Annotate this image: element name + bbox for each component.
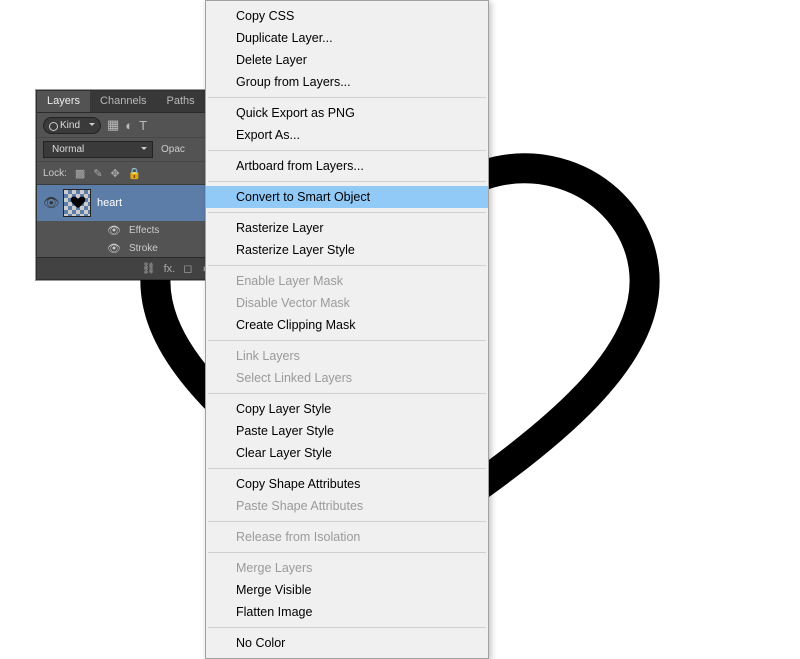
- mask-icon[interactable]: ◻: [183, 262, 192, 275]
- menu-item-select-linked-layers: Select Linked Layers: [206, 367, 488, 389]
- menu-item-duplicate-layer[interactable]: Duplicate Layer...: [206, 27, 488, 49]
- menu-item-enable-layer-mask: Enable Layer Mask: [206, 270, 488, 292]
- visibility-toggle[interactable]: 👁: [43, 195, 57, 211]
- layer-context-menu: Copy CSSDuplicate Layer...Delete LayerGr…: [205, 0, 489, 659]
- effects-label: Effects: [129, 225, 159, 236]
- menu-item-paste-shape-attributes: Paste Shape Attributes: [206, 495, 488, 517]
- menu-separator: [208, 97, 486, 98]
- blend-mode-select[interactable]: Normal: [43, 141, 153, 158]
- lock-move-icon[interactable]: ✥: [111, 167, 120, 180]
- opacity-label: Opac: [161, 144, 185, 155]
- layer-stroke-row[interactable]: 👁 Stroke: [37, 239, 213, 257]
- filter-type-icon[interactable]: T: [139, 118, 147, 133]
- blend-row: Normal Opac: [37, 137, 213, 161]
- tab-layers[interactable]: Layers: [37, 91, 90, 112]
- menu-item-artboard-from-layers[interactable]: Artboard from Layers...: [206, 155, 488, 177]
- filter-pixel-icon[interactable]: ▦: [107, 117, 119, 133]
- layer-list: 👁 heart 👁 Effects 👁 Stroke: [37, 185, 213, 257]
- effects-visibility-icon[interactable]: 👁: [107, 224, 121, 237]
- menu-item-delete-layer[interactable]: Delete Layer: [206, 49, 488, 71]
- menu-item-group-from-layers[interactable]: Group from Layers...: [206, 71, 488, 93]
- menu-separator: [208, 521, 486, 522]
- menu-item-no-color[interactable]: No Color: [206, 632, 488, 654]
- stroke-label: Stroke: [129, 243, 158, 254]
- menu-item-merge-visible[interactable]: Merge Visible: [206, 579, 488, 601]
- menu-separator: [208, 393, 486, 394]
- panel-footer: ⛓ fx. ◻ ◑: [37, 257, 213, 279]
- menu-item-paste-layer-style[interactable]: Paste Layer Style: [206, 420, 488, 442]
- layer-effects-row[interactable]: 👁 Effects: [37, 221, 213, 239]
- menu-item-copy-css[interactable]: Copy CSS: [206, 5, 488, 27]
- layers-panel: Layers Channels Paths His Kind ▦ ◐ T Nor…: [36, 90, 214, 280]
- lock-brush-icon[interactable]: ✎: [93, 167, 102, 180]
- fx-icon[interactable]: fx.: [164, 263, 176, 275]
- kind-filter-select[interactable]: Kind: [43, 117, 101, 134]
- menu-separator: [208, 552, 486, 553]
- menu-item-create-clipping-mask[interactable]: Create Clipping Mask: [206, 314, 488, 336]
- layer-thumbnail[interactable]: [63, 189, 91, 217]
- layer-item-heart[interactable]: 👁 heart: [37, 185, 213, 221]
- menu-item-release-from-isolation: Release from Isolation: [206, 526, 488, 548]
- tab-paths[interactable]: Paths: [157, 91, 205, 112]
- filter-adjustment-icon[interactable]: ◐: [125, 118, 133, 133]
- menu-item-quick-export-as-png[interactable]: Quick Export as PNG: [206, 102, 488, 124]
- lock-row: Lock: ▩ ✎ ✥ 🔒: [37, 161, 213, 185]
- menu-item-flatten-image[interactable]: Flatten Image: [206, 601, 488, 623]
- menu-item-rasterize-layer[interactable]: Rasterize Layer: [206, 217, 488, 239]
- menu-item-convert-to-smart-object[interactable]: Convert to Smart Object: [206, 186, 488, 208]
- menu-separator: [208, 212, 486, 213]
- menu-item-rasterize-layer-style[interactable]: Rasterize Layer Style: [206, 239, 488, 261]
- menu-item-disable-vector-mask: Disable Vector Mask: [206, 292, 488, 314]
- menu-separator: [208, 150, 486, 151]
- stroke-visibility-icon[interactable]: 👁: [107, 242, 121, 255]
- tab-channels[interactable]: Channels: [90, 91, 156, 112]
- panel-tabs: Layers Channels Paths His: [37, 91, 213, 113]
- menu-item-link-layers: Link Layers: [206, 345, 488, 367]
- menu-separator: [208, 265, 486, 266]
- menu-separator: [208, 340, 486, 341]
- menu-separator: [208, 181, 486, 182]
- menu-item-copy-layer-style[interactable]: Copy Layer Style: [206, 398, 488, 420]
- menu-item-clear-layer-style[interactable]: Clear Layer Style: [206, 442, 488, 464]
- link-layers-icon[interactable]: ⛓: [142, 262, 156, 275]
- layer-name[interactable]: heart: [97, 197, 122, 209]
- filter-row: Kind ▦ ◐ T: [37, 113, 213, 137]
- menu-item-copy-shape-attributes[interactable]: Copy Shape Attributes: [206, 473, 488, 495]
- lock-all-icon[interactable]: 🔒: [128, 167, 142, 180]
- lock-label: Lock:: [43, 168, 67, 179]
- menu-item-export-as[interactable]: Export As...: [206, 124, 488, 146]
- lock-transparency-icon[interactable]: ▩: [75, 167, 85, 180]
- menu-separator: [208, 627, 486, 628]
- menu-item-merge-layers: Merge Layers: [206, 557, 488, 579]
- menu-separator: [208, 468, 486, 469]
